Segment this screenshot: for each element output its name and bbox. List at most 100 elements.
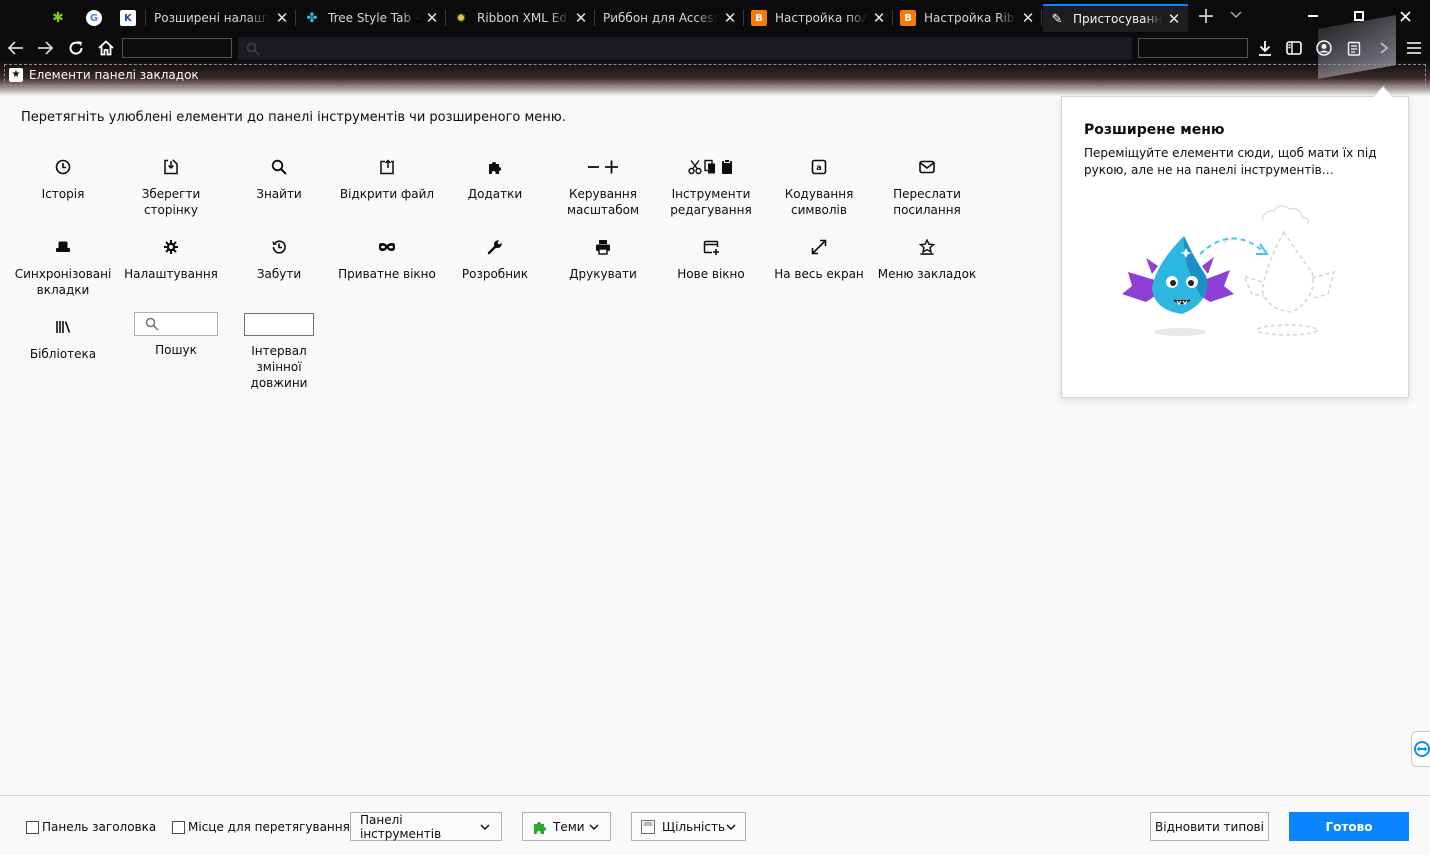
palette-item-character-encoding[interactable]: a Кодування символів	[769, 157, 869, 218]
hamburger-icon	[1407, 42, 1421, 54]
palette-item-library[interactable]: Бібліотека	[13, 317, 113, 362]
fullscreen-icon	[809, 237, 829, 257]
palette-item-synced-tabs[interactable]: Синхронізовані вкладки	[13, 237, 113, 298]
palette-item-forget[interactable]: Забути	[229, 237, 329, 282]
density-label: Щільність	[662, 819, 726, 834]
svg-text:a: a	[816, 163, 821, 172]
palette-item-label: Приватне вікно	[338, 267, 436, 281]
open-file-icon	[377, 157, 397, 177]
close-icon[interactable]: ✕	[1020, 9, 1036, 27]
themes-dropdown[interactable]: Теми	[522, 812, 611, 841]
sidebar-button[interactable]	[1281, 36, 1307, 60]
gear-icon	[161, 237, 181, 257]
checkbox-box[interactable]	[26, 820, 39, 834]
tab-item[interactable]: Риббон для Access ✕	[596, 4, 744, 32]
drag-space-checkbox[interactable]: Місце для перетягування	[172, 820, 350, 834]
done-button[interactable]: Готово	[1289, 812, 1409, 841]
palette-item-bookmarks-menu[interactable]: Меню закладок	[877, 237, 977, 282]
drag-space-label: Місце для перетягування	[188, 820, 350, 834]
teamviewer-quickconnect-tab[interactable]	[1411, 731, 1430, 767]
tab-title: Настройка пользов	[775, 11, 867, 25]
palette-item-label: Налаштування	[124, 267, 218, 281]
puzzle-green-icon: ✱	[52, 10, 64, 26]
toolbar-input-placeholder[interactable]	[122, 38, 232, 58]
tab-pinned-3[interactable]: K	[110, 4, 146, 32]
new-tab-button[interactable]: +	[1193, 6, 1219, 30]
palette-item-find[interactable]: Знайти	[229, 157, 329, 202]
palette-item-new-window[interactable]: Нове вікно	[661, 237, 761, 282]
palette-item-history[interactable]: Історія	[13, 157, 113, 202]
bookmarks-toolbar-items-label[interactable]: Елементи панелі закладок	[29, 68, 199, 82]
tab-item[interactable]: ✤ Tree Style Tab – Get ✕	[298, 4, 446, 32]
palette-item-label: Бібліотека	[29, 347, 97, 361]
search-icon	[246, 42, 260, 56]
toolbars-dropdown[interactable]: Панелі інструментів	[350, 812, 502, 841]
tab-item[interactable]: B Настройка пользов ✕	[745, 4, 893, 32]
forward-button[interactable]	[32, 36, 58, 60]
tab-pinned-1[interactable]: ✱	[40, 4, 76, 32]
tab-title: Розширені налаштування	[154, 11, 270, 25]
palette-item-save-page[interactable]: Зберегти сторінку	[121, 157, 221, 218]
customize-instructions: Перетягніть улюблені елементи до панелі …	[21, 110, 566, 125]
search-icon	[145, 317, 159, 331]
tab-item[interactable]: B Настройка Ribbon ✕	[894, 4, 1042, 32]
nav-bar	[0, 15, 1430, 79]
palette-item-flexible-space[interactable]: Інтервал змінної довжини	[229, 313, 329, 391]
palette-item-developer[interactable]: Розробник	[445, 237, 545, 282]
back-button[interactable]	[3, 36, 29, 60]
zoom-icon	[583, 157, 623, 177]
density-dropdown[interactable]: Щільність	[631, 812, 746, 841]
palette-item-private-window[interactable]: Приватне вікно	[337, 237, 437, 282]
palette-item-edit-controls[interactable]: Інструменти редагування	[661, 157, 761, 218]
save-page-icon	[161, 157, 181, 177]
hamburger-menu-button[interactable]	[1401, 36, 1427, 60]
restore-defaults-button[interactable]: Відновити типові	[1150, 812, 1269, 841]
close-icon[interactable]: ✕	[871, 9, 887, 27]
palette-item-label: Забути	[256, 267, 302, 281]
palette-item-zoom-controls[interactable]: Керування масштабом	[553, 157, 653, 218]
google-icon: G	[86, 10, 102, 26]
tab-item[interactable]: ✹ Ribbon XML Editor ✕	[447, 4, 595, 32]
reload-button[interactable]	[63, 36, 89, 60]
close-icon[interactable]: ✕	[274, 9, 290, 27]
search-field-preview	[134, 312, 218, 336]
palette-item-label: Кодування символів	[784, 187, 854, 217]
close-icon[interactable]: ✕	[722, 9, 738, 27]
downloads-button[interactable]	[1252, 36, 1278, 60]
chevron-down-icon[interactable]	[1224, 8, 1248, 28]
bookmarks-menu-icon	[917, 237, 937, 257]
palette-item-search-container[interactable]: Пошук	[126, 312, 226, 358]
puzzle-icon	[485, 157, 505, 177]
palette-item-preferences[interactable]: Налаштування	[121, 237, 221, 282]
tab-pinned-2[interactable]: G	[76, 4, 112, 32]
palette-item-label: Додатки	[467, 187, 523, 201]
close-icon[interactable]: ✕	[1166, 10, 1182, 28]
forget-icon	[269, 237, 289, 257]
palette-item-label: Керування масштабом	[566, 187, 640, 217]
url-bar[interactable]	[238, 37, 1132, 60]
palette-item-email-link[interactable]: Переслати посилання	[877, 157, 977, 218]
close-icon[interactable]: ✕	[424, 9, 440, 27]
chevron-right-icon[interactable]	[1371, 36, 1397, 60]
tab-item[interactable]: Розширені налаштування ✕	[148, 4, 296, 32]
palette-item-fullscreen[interactable]: На весь екран	[769, 237, 869, 282]
overflow-panel-description: Переміщуйте елементи сюди, щоб мати їх п…	[1084, 146, 1377, 177]
home-button[interactable]	[93, 36, 119, 60]
chevron-down-icon	[479, 820, 492, 834]
close-icon[interactable]: ✕	[573, 9, 589, 27]
overflow-menu-panel: Розширене меню Переміщуйте елементи сюди…	[1061, 86, 1409, 398]
tab-title: Настройка Ribbon	[924, 11, 1016, 25]
customize-footer: Панель заголовка Місце для перетягування…	[0, 795, 1430, 855]
k-bookmark-icon: K	[120, 10, 136, 26]
palette-item-label: Переслати посилання	[893, 187, 961, 217]
palette-item-addons[interactable]: Додатки	[445, 157, 545, 202]
tree-style-tab-icon: ✤	[306, 10, 318, 26]
encoding-icon: a	[809, 157, 829, 177]
palette-item-open-file[interactable]: Відкрити файл	[337, 157, 437, 202]
blogger-icon: B	[900, 10, 916, 26]
title-bar-checkbox[interactable]: Панель заголовка	[26, 820, 156, 834]
toolbar-search-input[interactable]	[1138, 38, 1248, 58]
checkbox-box[interactable]	[172, 820, 185, 834]
palette-item-print[interactable]: Друкувати	[553, 237, 653, 282]
tab-customize[interactable]: ✎ Пристосування ✕	[1043, 4, 1188, 32]
